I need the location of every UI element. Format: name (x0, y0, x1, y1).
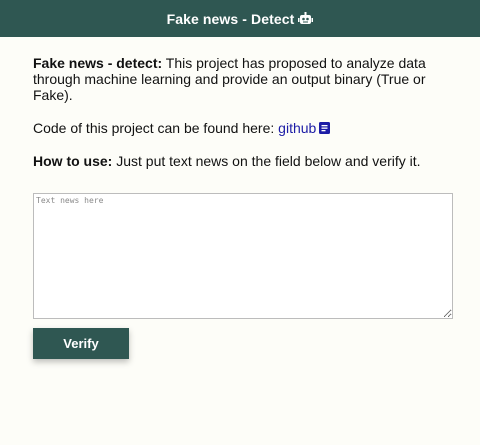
github-link-label: github (278, 120, 317, 136)
howto-heading: How to use: (33, 153, 113, 169)
news-text-input[interactable] (33, 193, 453, 319)
intro-heading: Fake news - detect: (33, 55, 163, 71)
code-text: Code of this project can be found here: (33, 120, 279, 136)
intro-paragraph: Fake news - detect: This project has pro… (33, 55, 447, 103)
code-paragraph: Code of this project can be found here: … (33, 120, 447, 136)
howto-paragraph: How to use: Just put text news on the fi… (33, 153, 447, 169)
main-content: Fake news - detect: This project has pro… (0, 37, 480, 359)
howto-text: Just put text news on the field below an… (112, 153, 421, 169)
verify-button[interactable]: Verify (33, 328, 129, 359)
github-link[interactable]: github (278, 120, 331, 136)
app-header: Fake news - Detect (0, 0, 480, 37)
app-title: Fake news - Detect (166, 10, 295, 27)
robot-icon (298, 12, 314, 25)
document-icon (319, 121, 331, 134)
